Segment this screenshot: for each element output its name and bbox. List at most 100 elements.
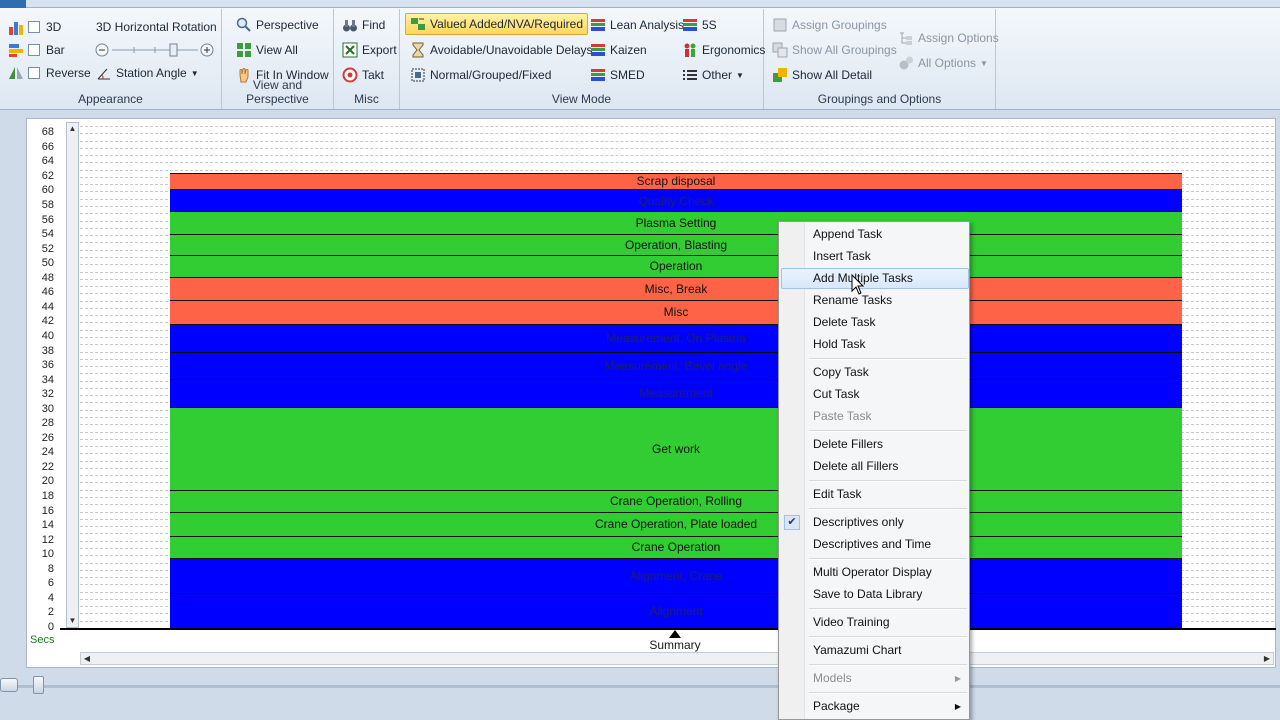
- y-tick-label: 48: [41, 271, 54, 284]
- y-tick-label: 38: [41, 344, 54, 357]
- menu-item-rename-tasks[interactable]: Rename Tasks: [781, 290, 969, 311]
- checkbox-box[interactable]: [28, 67, 40, 79]
- y-tick-label: 30: [41, 402, 54, 415]
- menu-item-package[interactable]: Package ▶: [781, 696, 969, 717]
- kaizen-button[interactable]: Kaizen: [590, 39, 647, 61]
- excel-export-icon: [342, 42, 358, 58]
- menu-item-delete-task[interactable]: Delete Task: [781, 312, 969, 333]
- menu-item-models[interactable]: Models ▶: [781, 668, 969, 689]
- lean-analysis-button[interactable]: Lean Analysis: [590, 14, 684, 36]
- show-all-detail-button[interactable]: Show All Detail: [772, 64, 872, 86]
- show-all-groupings-button[interactable]: Show All Groupings: [772, 39, 897, 61]
- all-options-dropdown[interactable]: All Options ▼: [898, 52, 988, 74]
- menu-item-yamazumi-chart[interactable]: Yamazumi Chart: [781, 640, 969, 661]
- bar-segment[interactable]: Crane Operation: [170, 535, 1182, 559]
- menu-item-label: Insert Task: [813, 249, 871, 263]
- menu-item-hold-task[interactable]: Hold Task: [781, 334, 969, 355]
- bar-segment[interactable]: Measurement: [170, 379, 1182, 407]
- bar-segment[interactable]: Get work: [170, 406, 1182, 490]
- scroll-down-arrow-icon[interactable]: ▼: [67, 615, 78, 627]
- scroll-up-arrow-icon[interactable]: ▲: [67, 123, 78, 135]
- other-dropdown[interactable]: Other ▼: [682, 64, 744, 86]
- menu-item-descriptives-and-time[interactable]: Descriptives and Time: [781, 534, 969, 555]
- normal-grouped-button[interactable]: Normal/Grouped/Fixed: [410, 64, 551, 86]
- perspective-label: Perspective: [256, 18, 319, 32]
- timeline-slider-handle[interactable]: [33, 676, 44, 694]
- menu-item-label: Delete Fillers: [813, 437, 884, 451]
- bar-segment[interactable]: Measurement, Bevel angle: [170, 351, 1182, 380]
- menu-item-edit-task[interactable]: Edit Task: [781, 484, 969, 505]
- menu-item-delete-fillers[interactable]: Delete Fillers: [781, 434, 969, 455]
- assign-options-button[interactable]: Assign Options: [898, 27, 999, 49]
- checkbox-reverse[interactable]: Reverse: [8, 62, 91, 84]
- bar-segment[interactable]: Misc: [170, 299, 1182, 324]
- menu-item-add-multiple-tasks[interactable]: Add Multiple Tasks: [781, 268, 969, 289]
- menu-item-delete-all-fillers[interactable]: Delete all Fillers: [781, 456, 969, 477]
- station-angle-dropdown[interactable]: Station Angle ▼: [96, 62, 199, 84]
- station-angle-label: Station Angle: [116, 66, 187, 80]
- menu-item-copy-task[interactable]: Copy Task: [781, 362, 969, 383]
- find-button[interactable]: Find: [342, 14, 385, 36]
- five-s-button[interactable]: 5S: [682, 14, 717, 36]
- scroll-left-arrow-icon[interactable]: ◀: [81, 653, 93, 664]
- rotation-slider[interactable]: [94, 39, 216, 61]
- valued-added-label: Valued Added/NVA/Required: [430, 17, 583, 31]
- bar-segment-label: Operation, Blasting: [624, 237, 728, 252]
- menu-item-insert-task[interactable]: Insert Task: [781, 246, 969, 267]
- y-tick-label: 54: [41, 228, 54, 241]
- menu-item-save-to-data-library[interactable]: Save to Data Library: [781, 584, 969, 605]
- bar-segment[interactable]: Misc, Break: [170, 276, 1182, 300]
- bar-segment[interactable]: Crane Operation, Plate loaded: [170, 511, 1182, 536]
- view-all-button[interactable]: View All: [236, 39, 298, 61]
- bar-segment[interactable]: Crane Operation, Rolling: [170, 489, 1182, 512]
- assign-groupings-button[interactable]: Assign Groupings: [772, 14, 887, 36]
- gridline: [80, 162, 1274, 164]
- checkbox-box[interactable]: [28, 21, 40, 33]
- takt-button[interactable]: Takt: [342, 64, 384, 86]
- menu-item-descriptives-only[interactable]: ✔ Descriptives only: [781, 512, 969, 533]
- ergonomics-button[interactable]: Ergonomics: [682, 39, 765, 61]
- checkbox-bar-label: Bar: [46, 43, 65, 57]
- active-ribbon-tab[interactable]: [0, 0, 26, 8]
- export-button[interactable]: Export: [342, 39, 397, 61]
- menu-item-append-task[interactable]: Append Task: [781, 224, 969, 245]
- y-tick-label: 2: [47, 606, 54, 619]
- view-all-label: View All: [256, 43, 298, 57]
- valued-added-button[interactable]: Valued Added/NVA/Required: [405, 13, 588, 35]
- timeline-slider-start-handle[interactable]: [0, 678, 18, 692]
- bar-segment[interactable]: Alignment: [170, 593, 1182, 628]
- bar-segment[interactable]: Operation, Blasting: [170, 233, 1182, 255]
- menu-item-label: Copy Task: [813, 365, 869, 379]
- timeline-slider-track[interactable]: [0, 685, 1280, 688]
- rotation-slider-track[interactable]: [94, 40, 216, 60]
- menu-item-cut-task[interactable]: Cut Task: [781, 384, 969, 405]
- scroll-right-arrow-icon[interactable]: ▶: [1261, 653, 1273, 664]
- checkbox-bar[interactable]: Bar: [8, 39, 65, 61]
- horizontal-scrollbar[interactable]: ◀ ▶: [80, 652, 1274, 665]
- vertical-scrollbar[interactable]: ▲ ▼: [66, 122, 79, 628]
- perspective-button[interactable]: Perspective: [236, 14, 319, 36]
- group-label-appearance: Appearance: [78, 92, 143, 106]
- smed-button[interactable]: SMED: [590, 64, 645, 86]
- bar-segment[interactable]: Plasma Setting: [170, 211, 1182, 234]
- checkbox-box[interactable]: [28, 44, 40, 56]
- group-label-misc: Misc: [354, 92, 379, 106]
- checkbox-3d[interactable]: 3D: [8, 16, 61, 38]
- bar-segment[interactable]: Measurement, On Plasma: [170, 323, 1182, 352]
- menu-item-video-training[interactable]: Video Training: [781, 612, 969, 633]
- menu-item-label: Paste Task: [813, 409, 872, 423]
- menu-separator: [809, 692, 967, 694]
- menu-item-paste-task[interactable]: Paste Task: [781, 406, 969, 427]
- menu-item-label: Multi Operator Display: [813, 565, 932, 579]
- mouse-cursor-icon: [851, 274, 865, 295]
- gridline: [80, 140, 1274, 142]
- menu-item-label: Descriptives only: [813, 515, 904, 529]
- bar-segment[interactable]: Alignment, Crane: [170, 558, 1182, 594]
- bar-segment[interactable]: Scrap disposal: [170, 172, 1182, 190]
- bar-segment[interactable]: Operation: [170, 254, 1182, 277]
- bar-segment[interactable]: Quality Check: [170, 189, 1182, 212]
- avoidable-delays-button[interactable]: Avoidable/Unavoidable Delays: [410, 39, 593, 61]
- menu-item-multi-operator-display[interactable]: Multi Operator Display: [781, 562, 969, 583]
- bar-segment-label: Operation: [649, 259, 703, 274]
- other-label: Other: [702, 68, 733, 82]
